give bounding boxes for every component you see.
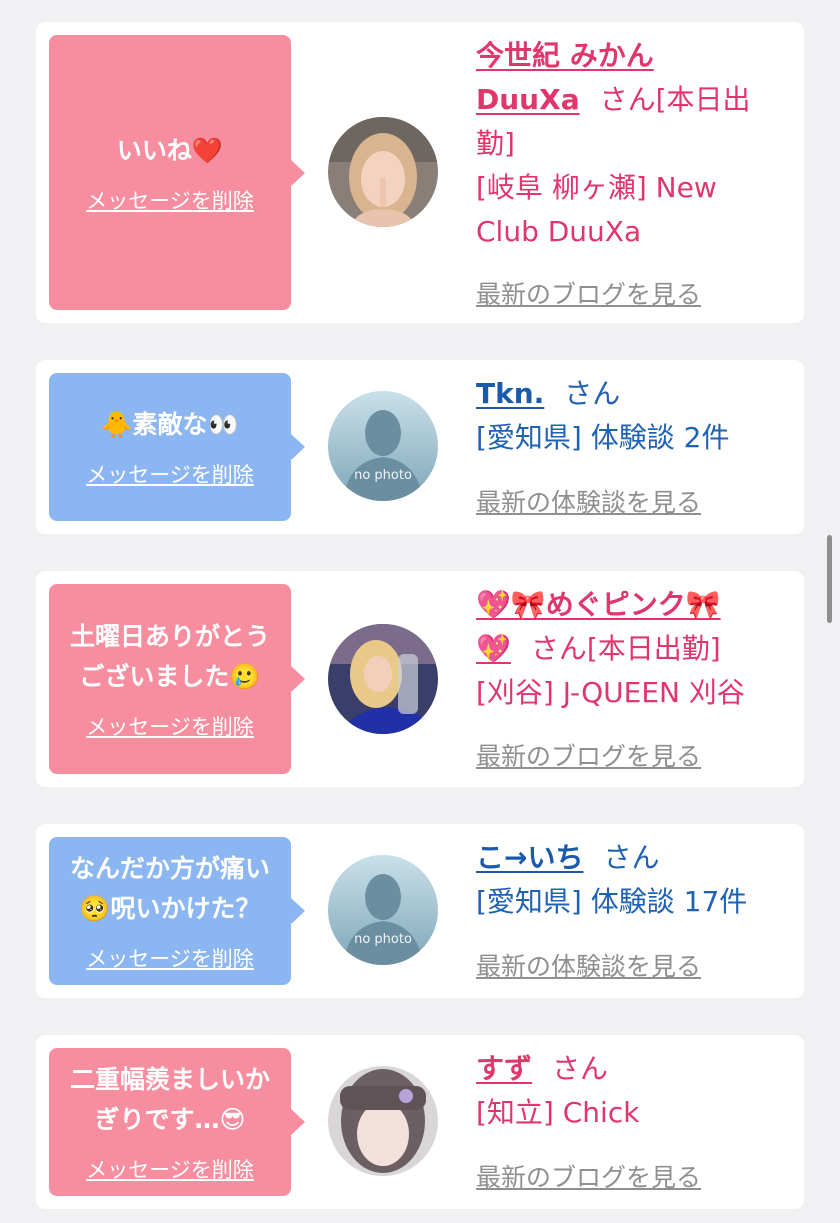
status-text: 勤]	[476, 127, 515, 160]
shop-info: [岐阜 柳ヶ瀬] New	[476, 171, 717, 204]
latest-review-link[interactable]: 最新の体験談を見る	[476, 947, 701, 983]
delete-message-link[interactable]: メッセージを削除	[86, 459, 254, 489]
message-card: 🐥素敵な👀 メッセージを削除 no photo Tkn. さん [愛知県] 体験談…	[36, 360, 804, 534]
honorific: さん	[552, 1052, 609, 1085]
user-info: 今世紀 みかん DuuXa さん[本日出 勤] [岐阜 柳ヶ瀬] New Club…	[476, 34, 776, 254]
shop-info: [刈谷] J-QUEEN 刈谷	[476, 676, 745, 709]
user-info: こ→いち さん [愛知県] 体験談 17件	[476, 836, 776, 924]
scrollbar[interactable]	[827, 535, 832, 623]
message-bubble: 二重幅羨ましいか ぎりです…😎 メッセージを削除	[49, 1048, 305, 1196]
message-card: 土曜日ありがとう ございました🥲 メッセージを削除 💖🎀めぐピンク🎀 💖 さん[本日…	[36, 571, 804, 787]
message-card: 二重幅羨ましいか ぎりです…😎 メッセージを削除 すず さん [知立] Chick …	[36, 1035, 804, 1209]
latest-blog-link[interactable]: 最新のブログを見る	[476, 737, 701, 773]
shop-info: [知立] Chick	[476, 1096, 640, 1129]
honorific-status: さん[本日出勤]	[530, 632, 721, 665]
delete-message-link[interactable]: メッセージを削除	[86, 185, 254, 215]
message-bubble: なんだか方が痛い 🥺呪いかけた？ メッセージを削除	[49, 837, 305, 985]
message-bubble: 🐥素敵な👀 メッセージを削除	[49, 373, 305, 521]
user-name-link[interactable]: DuuXa	[476, 83, 580, 116]
user-name-link[interactable]: Tkn.	[476, 377, 544, 410]
delete-message-link[interactable]: メッセージを削除	[86, 943, 254, 973]
user-name-link[interactable]: 💖	[476, 632, 511, 665]
message-text: 土曜日ありがとう ございました🥲	[69, 622, 270, 691]
no-photo-label: no photo	[354, 932, 412, 947]
message-text: いいね❤️	[116, 135, 224, 165]
message-card: いいね❤️ メッセージを削除 今世紀 みかん DuuXa さん[本日出 勤] [岐…	[36, 22, 804, 323]
user-info: 💖🎀めぐピンク🎀 💖 さん[本日出勤] [刈谷] J-QUEEN 刈谷	[476, 583, 776, 715]
user-name-link[interactable]: こ→いち	[476, 841, 583, 874]
message-text: 二重幅羨ましいか ぎりです…😎	[69, 1065, 270, 1134]
delete-message-link[interactable]: メッセージを削除	[86, 711, 254, 741]
no-photo-avatar[interactable]: no photo	[328, 855, 438, 965]
honorific-status: さん[本日出	[599, 83, 751, 116]
avatar[interactable]	[328, 1066, 438, 1176]
message-bubble: 土曜日ありがとう ございました🥲 メッセージを削除	[49, 584, 305, 774]
user-info: Tkn. さん [愛知県] 体験談 2件	[476, 372, 776, 460]
honorific: さん	[603, 841, 660, 874]
latest-blog-link[interactable]: 最新のブログを見る	[476, 1158, 701, 1194]
message-card: なんだか方が痛い 🥺呪いかけた？ メッセージを削除 no photo こ→いち さん…	[36, 824, 804, 998]
no-photo-avatar[interactable]: no photo	[328, 391, 438, 501]
message-text: なんだか方が痛い 🥺呪いかけた？	[69, 854, 270, 923]
message-text: 🐥素敵な👀	[101, 410, 239, 439]
latest-blog-link[interactable]: 最新のブログを見る	[476, 275, 701, 311]
review-count: [愛知県] 体験談 2件	[476, 421, 730, 454]
review-count: [愛知県] 体験談 17件	[476, 885, 748, 918]
avatar[interactable]	[328, 117, 438, 227]
user-name-link[interactable]: すず	[476, 1052, 532, 1085]
delete-message-link[interactable]: メッセージを削除	[86, 1154, 254, 1184]
shop-info: Club DuuXa	[476, 215, 642, 248]
user-name-link[interactable]: 今世紀 みかん	[476, 39, 654, 72]
no-photo-label: no photo	[354, 468, 412, 483]
avatar[interactable]	[328, 624, 438, 734]
latest-review-link[interactable]: 最新の体験談を見る	[476, 483, 701, 519]
message-bubble: いいね❤️ メッセージを削除	[49, 35, 305, 310]
user-name-link[interactable]: 💖🎀めぐピンク🎀	[476, 588, 721, 621]
user-info: すず さん [知立] Chick	[476, 1047, 776, 1135]
honorific: さん	[564, 377, 621, 410]
